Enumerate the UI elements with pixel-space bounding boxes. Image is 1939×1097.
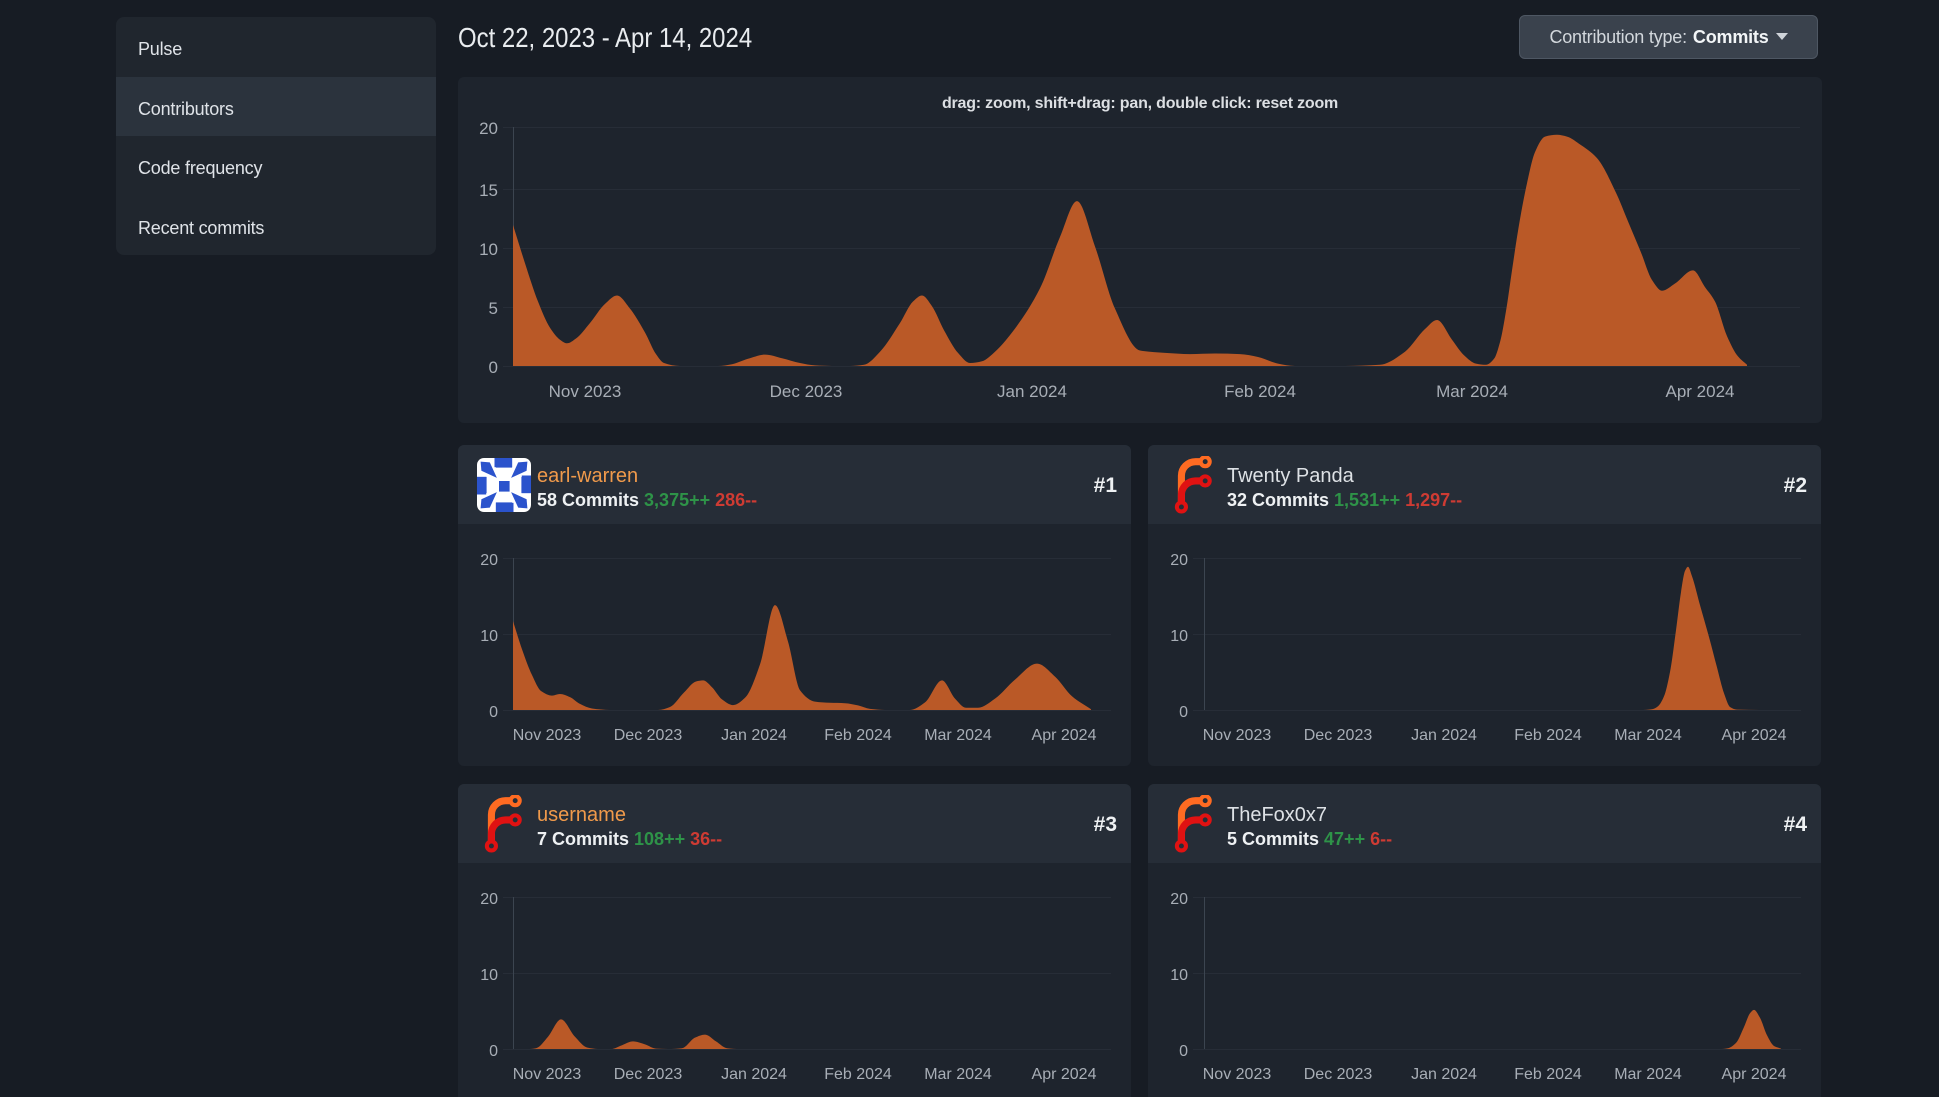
svg-text:0: 0 <box>1179 1043 1188 1060</box>
svg-text:10: 10 <box>479 240 498 259</box>
svg-text:Feb 2024: Feb 2024 <box>1514 727 1582 744</box>
svg-text:0: 0 <box>1179 704 1188 721</box>
svg-text:Apr 2024: Apr 2024 <box>1032 727 1097 744</box>
svg-text:Jan 2024: Jan 2024 <box>721 1066 787 1083</box>
svg-text:10: 10 <box>1170 967 1188 984</box>
svg-text:Apr 2024: Apr 2024 <box>1722 727 1787 744</box>
svg-text:Apr 2024: Apr 2024 <box>1722 1066 1787 1083</box>
svg-text:Feb 2024: Feb 2024 <box>1514 1066 1582 1083</box>
svg-text:5: 5 <box>489 299 498 318</box>
svg-text:10: 10 <box>480 967 498 984</box>
svg-text:0: 0 <box>489 358 498 377</box>
svg-text:Mar 2024: Mar 2024 <box>924 1066 992 1083</box>
svg-text:0: 0 <box>489 1043 498 1060</box>
svg-text:Mar 2024: Mar 2024 <box>924 727 992 744</box>
svg-text:10: 10 <box>480 628 498 645</box>
svg-text:Nov 2023: Nov 2023 <box>549 382 622 401</box>
svg-text:Feb 2024: Feb 2024 <box>1224 382 1296 401</box>
svg-text:Nov 2023: Nov 2023 <box>1203 1066 1272 1083</box>
svg-text:drag: zoom, shift+drag: pan, d: drag: zoom, shift+drag: pan, double clic… <box>942 95 1338 112</box>
svg-text:Jan 2024: Jan 2024 <box>1411 727 1477 744</box>
svg-text:Apr 2024: Apr 2024 <box>1032 1066 1097 1083</box>
svg-text:Dec 2023: Dec 2023 <box>614 1066 683 1083</box>
svg-text:Jan 2024: Jan 2024 <box>1411 1066 1477 1083</box>
svg-text:Nov 2023: Nov 2023 <box>513 1066 582 1083</box>
svg-text:20: 20 <box>1170 891 1188 908</box>
svg-text:Dec 2023: Dec 2023 <box>614 727 683 744</box>
svg-text:Apr 2024: Apr 2024 <box>1666 382 1735 401</box>
svg-text:0: 0 <box>489 704 498 721</box>
svg-text:20: 20 <box>1170 552 1188 569</box>
svg-text:Jan 2024: Jan 2024 <box>997 382 1067 401</box>
svg-text:Mar 2024: Mar 2024 <box>1436 382 1508 401</box>
svg-text:Nov 2023: Nov 2023 <box>513 727 582 744</box>
svg-text:Mar 2024: Mar 2024 <box>1614 1066 1682 1083</box>
svg-text:Jan 2024: Jan 2024 <box>721 727 787 744</box>
svg-text:Nov 2023: Nov 2023 <box>1203 727 1272 744</box>
svg-text:Dec 2023: Dec 2023 <box>1304 1066 1373 1083</box>
svg-text:20: 20 <box>480 891 498 908</box>
svg-text:20: 20 <box>479 119 498 138</box>
svg-text:Feb 2024: Feb 2024 <box>824 727 892 744</box>
svg-text:20: 20 <box>480 552 498 569</box>
svg-text:Mar 2024: Mar 2024 <box>1614 727 1682 744</box>
svg-text:15: 15 <box>479 181 498 200</box>
svg-text:10: 10 <box>1170 628 1188 645</box>
svg-text:Dec 2023: Dec 2023 <box>1304 727 1373 744</box>
svg-text:Dec 2023: Dec 2023 <box>770 382 843 401</box>
svg-text:Feb 2024: Feb 2024 <box>824 1066 892 1083</box>
